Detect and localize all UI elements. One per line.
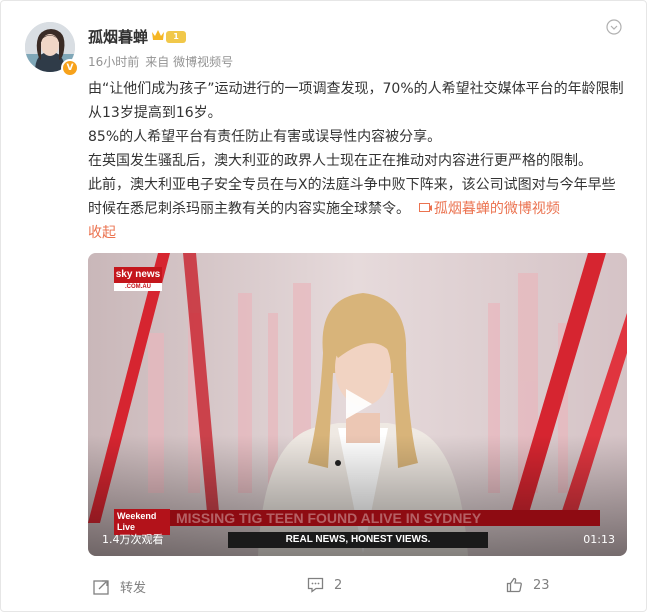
crown-icon[interactable] <box>151 29 165 41</box>
channel-logo: sky news .COM.AU <box>114 267 162 291</box>
post-paragraph: 85%的人希望平台有责任防止有害或误导性内容被分享。 <box>88 129 442 145</box>
video-link[interactable]: 孤烟暮蝉的微博视频 <box>418 201 560 217</box>
collapse-link[interactable]: 收起 <box>88 225 116 241</box>
video-link-icon <box>418 203 432 212</box>
channel-logo-sub: .COM.AU <box>125 284 151 290</box>
chevron-down-icon[interactable] <box>606 19 622 35</box>
video-duration: 01:13 <box>583 533 615 546</box>
comment-button[interactable]: 2 <box>307 577 342 593</box>
like-count: 23 <box>533 577 550 593</box>
view-count: 1.4万次观看 <box>102 533 164 546</box>
program-bug-line1: Weekend <box>117 511 157 521</box>
username[interactable]: 孤烟暮蝉 <box>88 26 148 47</box>
thumbs-up-icon <box>506 577 522 593</box>
member-level-badge[interactable]: 1 <box>166 31 186 43</box>
play-icon[interactable] <box>340 387 374 421</box>
repost-button[interactable]: 转发 <box>93 577 146 596</box>
post-paragraph: 由“让他们成为孩子”运动进行的一项调查发现，70%的人希望社交媒体平台的年龄限制… <box>88 81 624 121</box>
post-meta: 16小时前 来自 微博视频号 <box>88 53 239 70</box>
post-actions: 转发 2 23 <box>1 567 646 607</box>
tagline: REAL NEWS, HONEST VIEWS. <box>285 534 431 545</box>
post-source[interactable]: 来自 微博视频号 <box>145 55 233 69</box>
verified-badge-icon: V <box>61 59 79 77</box>
weibo-post-card: V 孤烟暮蝉 1 16小时前 来自 微博视频号 由“让他们成为孩子”运动进行的一项… <box>0 0 647 612</box>
repost-label: 转发 <box>120 581 147 596</box>
post-content: 由“让他们成为孩子”运动进行的一项调查发现，70%的人希望社交媒体平台的年龄限制… <box>88 77 628 245</box>
news-ticker: MISSING TIG TEEN FOUND ALIVE IN SYDNEY <box>176 510 482 526</box>
comment-count: 2 <box>334 577 343 593</box>
post-paragraph: 在英国发生骚乱后，澳大利亚的政界人士现在正在推动对内容进行更严格的限制。 <box>88 153 592 169</box>
post-paragraph: 此前，澳大利亚电子安全专员在与X的法庭斗争中败下阵来，该公司试图对与今年早些时候… <box>88 173 628 221</box>
like-button[interactable]: 23 <box>506 577 550 593</box>
video-link-label: 孤烟暮蝉的微博视频 <box>433 201 560 217</box>
channel-logo-text: sky news <box>115 269 161 280</box>
repost-icon <box>93 579 109 595</box>
comment-icon <box>307 577 324 593</box>
video-player[interactable]: sky news .COM.AU Weekend Live MISSING TI… <box>88 253 627 556</box>
program-bug: Weekend Live <box>117 511 156 533</box>
post-time[interactable]: 16小时前 <box>88 55 139 69</box>
